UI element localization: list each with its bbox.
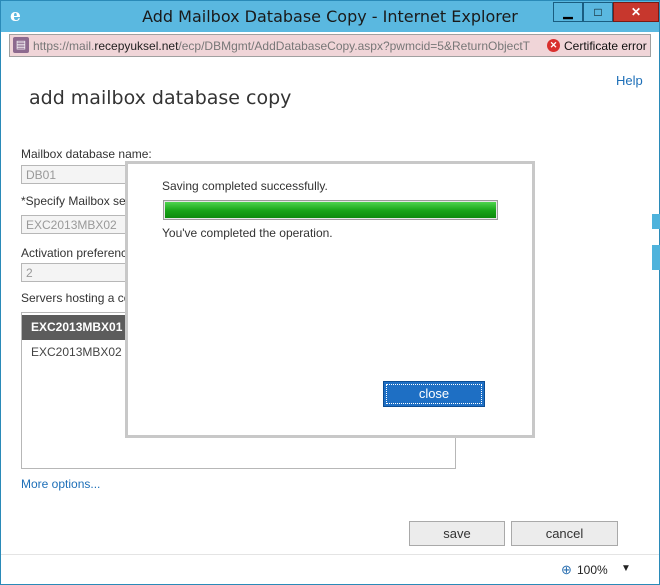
page-title: add mailbox database copy bbox=[29, 87, 292, 109]
background-edge bbox=[652, 245, 660, 270]
close-window-button[interactable]: ✕ bbox=[613, 2, 659, 22]
completion-message: You've completed the operation. bbox=[162, 226, 333, 240]
saving-status-message: Saving completed successfully. bbox=[162, 179, 328, 193]
list-item[interactable]: EXC2013MBX02 bbox=[22, 340, 142, 365]
maximize-button[interactable]: □ bbox=[583, 2, 613, 22]
minimize-button[interactable]: ▁ bbox=[553, 2, 583, 22]
certificate-error-icon[interactable]: ✕ bbox=[547, 39, 560, 52]
page-icon: ▤ bbox=[13, 37, 29, 53]
background-edge bbox=[652, 214, 660, 229]
progress-bar bbox=[163, 200, 498, 220]
certificate-error-label[interactable]: Certificate error bbox=[564, 39, 647, 53]
zoom-dropdown-icon[interactable]: ▼ bbox=[621, 563, 631, 574]
more-options-link[interactable]: More options... bbox=[21, 477, 100, 491]
zoom-icon[interactable]: ⊕ bbox=[561, 562, 572, 578]
save-button[interactable]: save bbox=[409, 521, 505, 546]
mailbox-database-label: Mailbox database name: bbox=[21, 147, 152, 161]
title-bar[interactable]: e Add Mailbox Database Copy - Internet E… bbox=[1, 1, 659, 32]
completion-dialog: Saving completed successfully. You've co… bbox=[125, 161, 535, 438]
list-item[interactable]: EXC2013MBX01 bbox=[22, 315, 142, 340]
help-link[interactable]: Help bbox=[616, 73, 643, 88]
activation-preference-label: Activation preferenc bbox=[21, 246, 128, 260]
zoom-level[interactable]: 100% bbox=[577, 563, 608, 577]
servers-hosting-label: Servers hosting a co bbox=[21, 291, 131, 305]
cancel-button[interactable]: cancel bbox=[511, 521, 618, 546]
ie-window: e Add Mailbox Database Copy - Internet E… bbox=[0, 0, 660, 585]
address-url[interactable]: https://mail.recepyuksel.net/ecp/DBMgmt/… bbox=[33, 39, 543, 53]
address-bar[interactable]: ▤ https://mail.recepyuksel.net/ecp/DBMgm… bbox=[9, 34, 651, 57]
progress-fill bbox=[165, 202, 496, 218]
mailbox-server-label: *Specify Mailbox se bbox=[21, 194, 126, 208]
status-bar: ⊕ 100% ▼ bbox=[1, 554, 659, 584]
close-dialog-button[interactable]: close bbox=[383, 381, 485, 407]
